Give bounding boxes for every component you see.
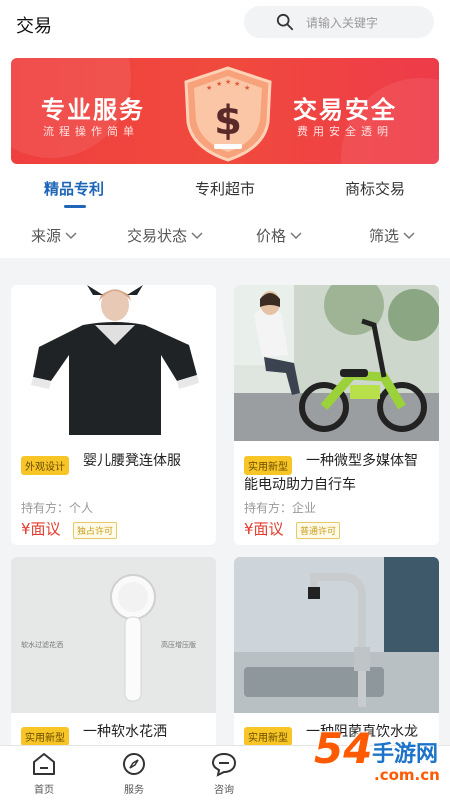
- page-title: 交易: [16, 16, 52, 37]
- product-image-faucet: [234, 557, 439, 713]
- chevron-down-icon: [403, 231, 415, 239]
- search-placeholder: 请输入关键字: [306, 15, 379, 30]
- home-icon: [33, 753, 55, 775]
- filter-price-label: 价格: [256, 227, 287, 245]
- tab-trademark-trading[interactable]: 商标交易: [345, 178, 405, 199]
- filter-price[interactable]: 价格: [256, 225, 302, 246]
- filter-more-label: 筛选: [369, 227, 400, 245]
- shield-dollar-icon: ★ ★ ★ ★ ★ $: [184, 66, 272, 162]
- license-badge: 独占许可: [73, 522, 118, 539]
- product-card[interactable]: 实用新型 一种微型多媒体智 能电动助力自行车 持有方：企业 ¥面议 普通许可: [234, 285, 439, 545]
- nav-consult[interactable]: 咨询: [194, 751, 254, 796]
- banner-left-title: 专业服务: [41, 96, 145, 124]
- nav-home[interactable]: 首页: [14, 751, 74, 796]
- product-card[interactable]: 软水过滤花洒 高压增压版 实用新型 一种软水花洒: [11, 557, 216, 757]
- banner-left-subtitle: 流程操作简单: [43, 125, 139, 138]
- filter-source[interactable]: 来源: [31, 225, 77, 246]
- filter-bar: 来源 交易状态 价格 筛选: [0, 212, 450, 258]
- svg-text:★: ★: [206, 84, 212, 92]
- chat-icon: [211, 752, 237, 777]
- price-text: ¥面议: [21, 520, 61, 538]
- watermark-text: 手游网: [372, 742, 439, 767]
- filter-source-label: 来源: [31, 227, 62, 245]
- active-tab-indicator: [64, 205, 86, 208]
- chevron-down-icon: [290, 231, 302, 239]
- product-name-cont: 能电动助力自行车: [244, 477, 356, 493]
- tab-patent-market[interactable]: 专利超市: [195, 178, 255, 199]
- svg-text:★: ★: [216, 80, 222, 88]
- top-bar: 交易 请输入关键字: [0, 0, 450, 50]
- product-image-ebike: [234, 285, 439, 441]
- watermark-domain: .com.cn: [374, 766, 440, 784]
- nav-home-label: 首页: [34, 785, 54, 796]
- banner-right-title: 交易安全: [293, 96, 397, 124]
- nav-service[interactable]: 服务: [104, 751, 164, 796]
- nav-service-label: 服务: [124, 785, 144, 796]
- patent-type-badge: 实用新型: [244, 727, 292, 746]
- showerhead-left-text: 软水过滤花洒: [21, 640, 63, 649]
- filter-status-label: 交易状态: [127, 227, 188, 245]
- tab-premium-patents[interactable]: 精品专利: [44, 178, 104, 199]
- search-icon: [276, 13, 294, 31]
- svg-text:★: ★: [234, 80, 240, 88]
- banner-right-subtitle: 费用安全透明: [297, 125, 393, 138]
- watermark-number: 54: [314, 724, 373, 773]
- patent-type-badge: 外观设计: [21, 456, 69, 475]
- nav-consult-label: 咨询: [214, 785, 234, 796]
- site-watermark: 54 手游网 .com.cn: [314, 722, 450, 800]
- compass-icon: [123, 753, 145, 775]
- search-bar[interactable]: 请输入关键字: [244, 6, 434, 38]
- product-name: 婴儿腰凳连体服: [83, 453, 181, 469]
- patent-type-badge: 实用新型: [244, 456, 292, 475]
- showerhead-right-text: 高压增压版: [161, 640, 196, 649]
- holder-text: 持有方：个人: [21, 501, 94, 515]
- product-card[interactable]: 外观设计 婴儿腰凳连体服 持有方：个人 ¥面议 独占许可: [11, 285, 216, 545]
- product-name: 一种软水花洒: [83, 724, 167, 740]
- svg-text:★: ★: [225, 78, 231, 86]
- category-tabs: 精品专利 专利超市 商标交易: [0, 170, 450, 212]
- product-image-shower-head: 软水过滤花洒 高压增压版: [11, 557, 216, 713]
- product-image-baby-suit: [11, 285, 216, 441]
- holder-text: 持有方：企业: [244, 501, 317, 515]
- filter-more[interactable]: 筛选: [369, 225, 415, 246]
- product-name: 一种微型多媒体智: [306, 453, 418, 469]
- chevron-down-icon: [65, 231, 77, 239]
- app-screen: 交易 请输入关键字 专业服务 流程操作简单 ★ ★ ★ ★ ★ $ 交易安全 费…: [0, 0, 450, 800]
- banner-section: 专业服务 流程操作简单 ★ ★ ★ ★ ★ $ 交易安全 费用安全透明: [0, 50, 450, 170]
- license-badge: 普通许可: [296, 522, 341, 539]
- promo-banner[interactable]: 专业服务 流程操作简单 ★ ★ ★ ★ ★ $ 交易安全 费用安全透明: [11, 58, 439, 164]
- filter-status[interactable]: 交易状态: [127, 225, 203, 246]
- price-text: ¥面议: [244, 520, 284, 538]
- svg-text:★: ★: [244, 84, 250, 92]
- chevron-down-icon: [191, 231, 203, 239]
- shield-symbol: $: [214, 98, 242, 144]
- patent-type-badge: 实用新型: [21, 727, 69, 746]
